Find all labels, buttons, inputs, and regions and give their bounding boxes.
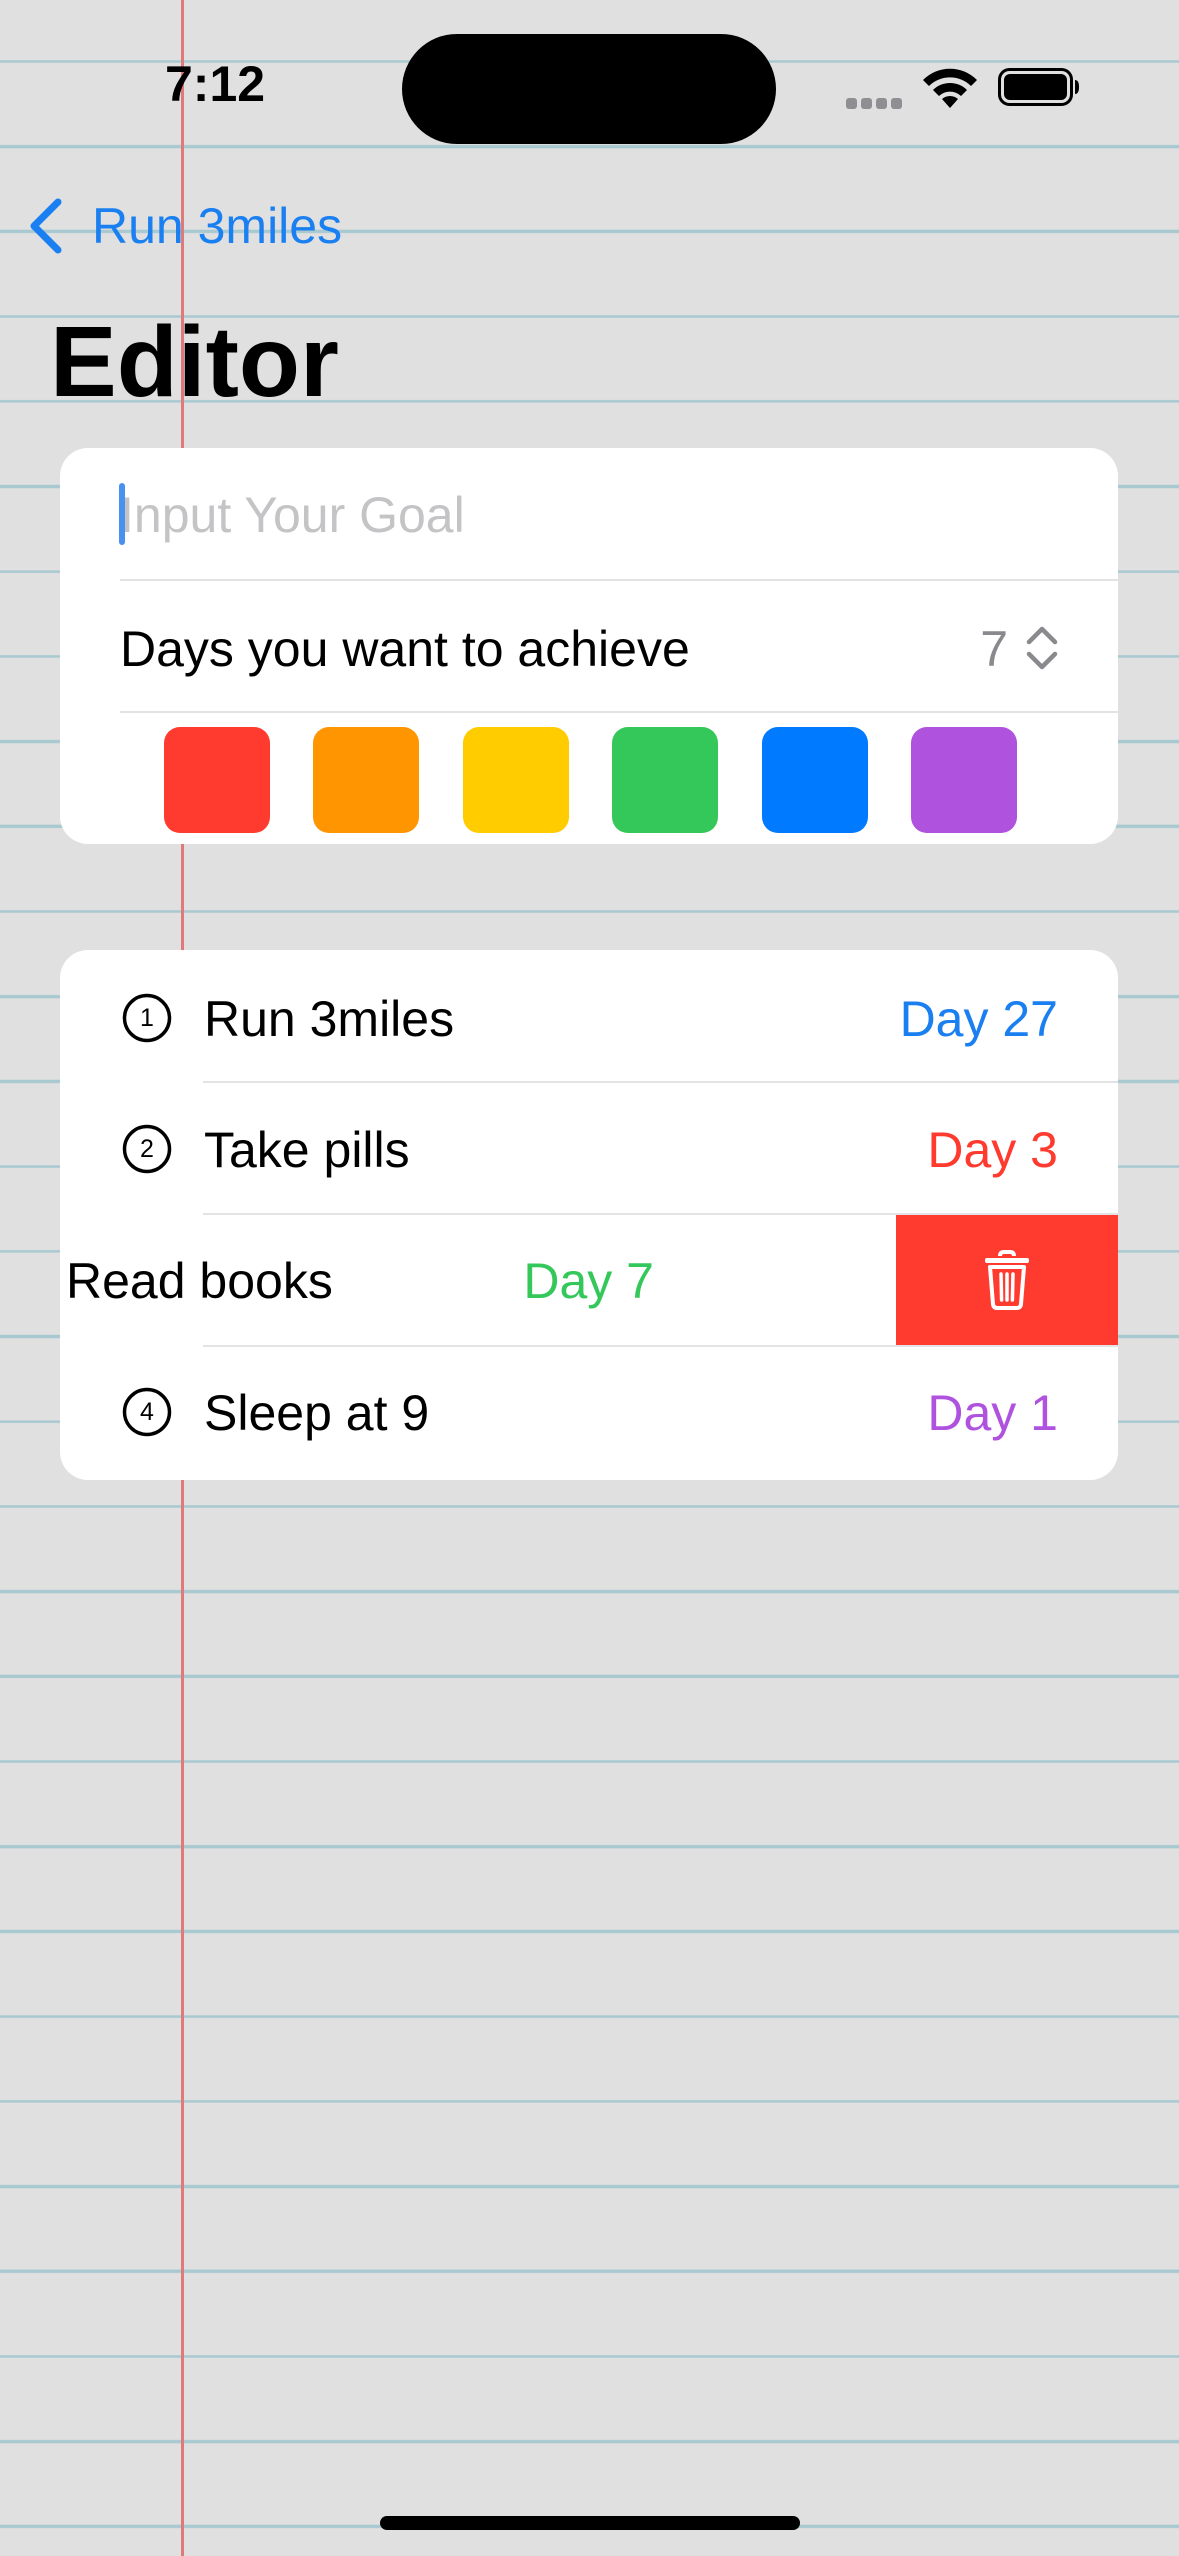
color-swatch-orange[interactable] bbox=[313, 727, 419, 833]
goal-title: Take pills bbox=[204, 1122, 410, 1178]
days-label: Days you want to achieve bbox=[120, 621, 690, 677]
goal-day: Day 3 bbox=[927, 1122, 1058, 1178]
svg-text:4: 4 bbox=[140, 1398, 154, 1426]
goal-day: Day 27 bbox=[899, 991, 1058, 1047]
back-button-label: Run 3miles bbox=[92, 198, 343, 254]
chevron-left-icon bbox=[30, 198, 62, 254]
number-1-circle-icon: 1 bbox=[122, 993, 172, 1043]
color-swatch-red[interactable] bbox=[164, 727, 270, 833]
separator bbox=[120, 711, 1118, 713]
text-cursor bbox=[119, 483, 125, 545]
svg-text:2: 2 bbox=[140, 1135, 154, 1163]
number-2-circle-icon: 2 bbox=[122, 1124, 172, 1174]
goal-day: Day 7 bbox=[523, 1253, 654, 1309]
separator bbox=[203, 1081, 1118, 1083]
svg-text:1: 1 bbox=[140, 1004, 154, 1032]
goal-row[interactable]: 3 Read books Day 7 bbox=[60, 1215, 940, 1345]
page-title: Editor bbox=[50, 306, 339, 418]
cellular-signal-icon bbox=[846, 96, 906, 109]
goal-title: Sleep at 9 bbox=[204, 1385, 430, 1441]
days-stepper-row[interactable]: Days you want to achieve 7 bbox=[60, 582, 1118, 712]
goal-row[interactable]: 2 Take pills Day 3 bbox=[60, 1084, 1118, 1214]
days-value: 7 bbox=[980, 621, 1008, 677]
goal-row-swiped: 3 Read books Day 7 bbox=[60, 1215, 1118, 1345]
status-time: 7:12 bbox=[165, 56, 266, 112]
goal-input[interactable] bbox=[60, 465, 1120, 565]
color-swatch-green[interactable] bbox=[612, 727, 718, 833]
goal-row[interactable]: 4 Sleep at 9 Day 1 bbox=[60, 1347, 1118, 1477]
color-swatch-yellow[interactable] bbox=[463, 727, 569, 833]
home-indicator bbox=[380, 2516, 800, 2530]
status-bar: 7:12 bbox=[0, 0, 1179, 150]
battery-icon bbox=[998, 68, 1079, 106]
dynamic-island bbox=[402, 34, 776, 144]
number-4-circle-icon: 4 bbox=[122, 1387, 172, 1437]
trash-icon bbox=[985, 1250, 1029, 1310]
color-picker bbox=[60, 725, 1118, 835]
color-swatch-purple[interactable] bbox=[911, 727, 1017, 833]
color-swatch-blue[interactable] bbox=[762, 727, 868, 833]
delete-button[interactable] bbox=[896, 1215, 1118, 1345]
wifi-icon bbox=[923, 68, 977, 108]
separator bbox=[120, 579, 1118, 581]
back-button[interactable]: Run 3miles bbox=[26, 190, 342, 262]
goal-title: Read books bbox=[66, 1253, 333, 1309]
chevron-up-down-icon[interactable] bbox=[1024, 622, 1060, 674]
goal-day: Day 1 bbox=[927, 1385, 1058, 1441]
goal-title: Run 3miles bbox=[204, 991, 455, 1047]
goal-row[interactable]: 1 Run 3miles Day 27 bbox=[60, 953, 1118, 1083]
